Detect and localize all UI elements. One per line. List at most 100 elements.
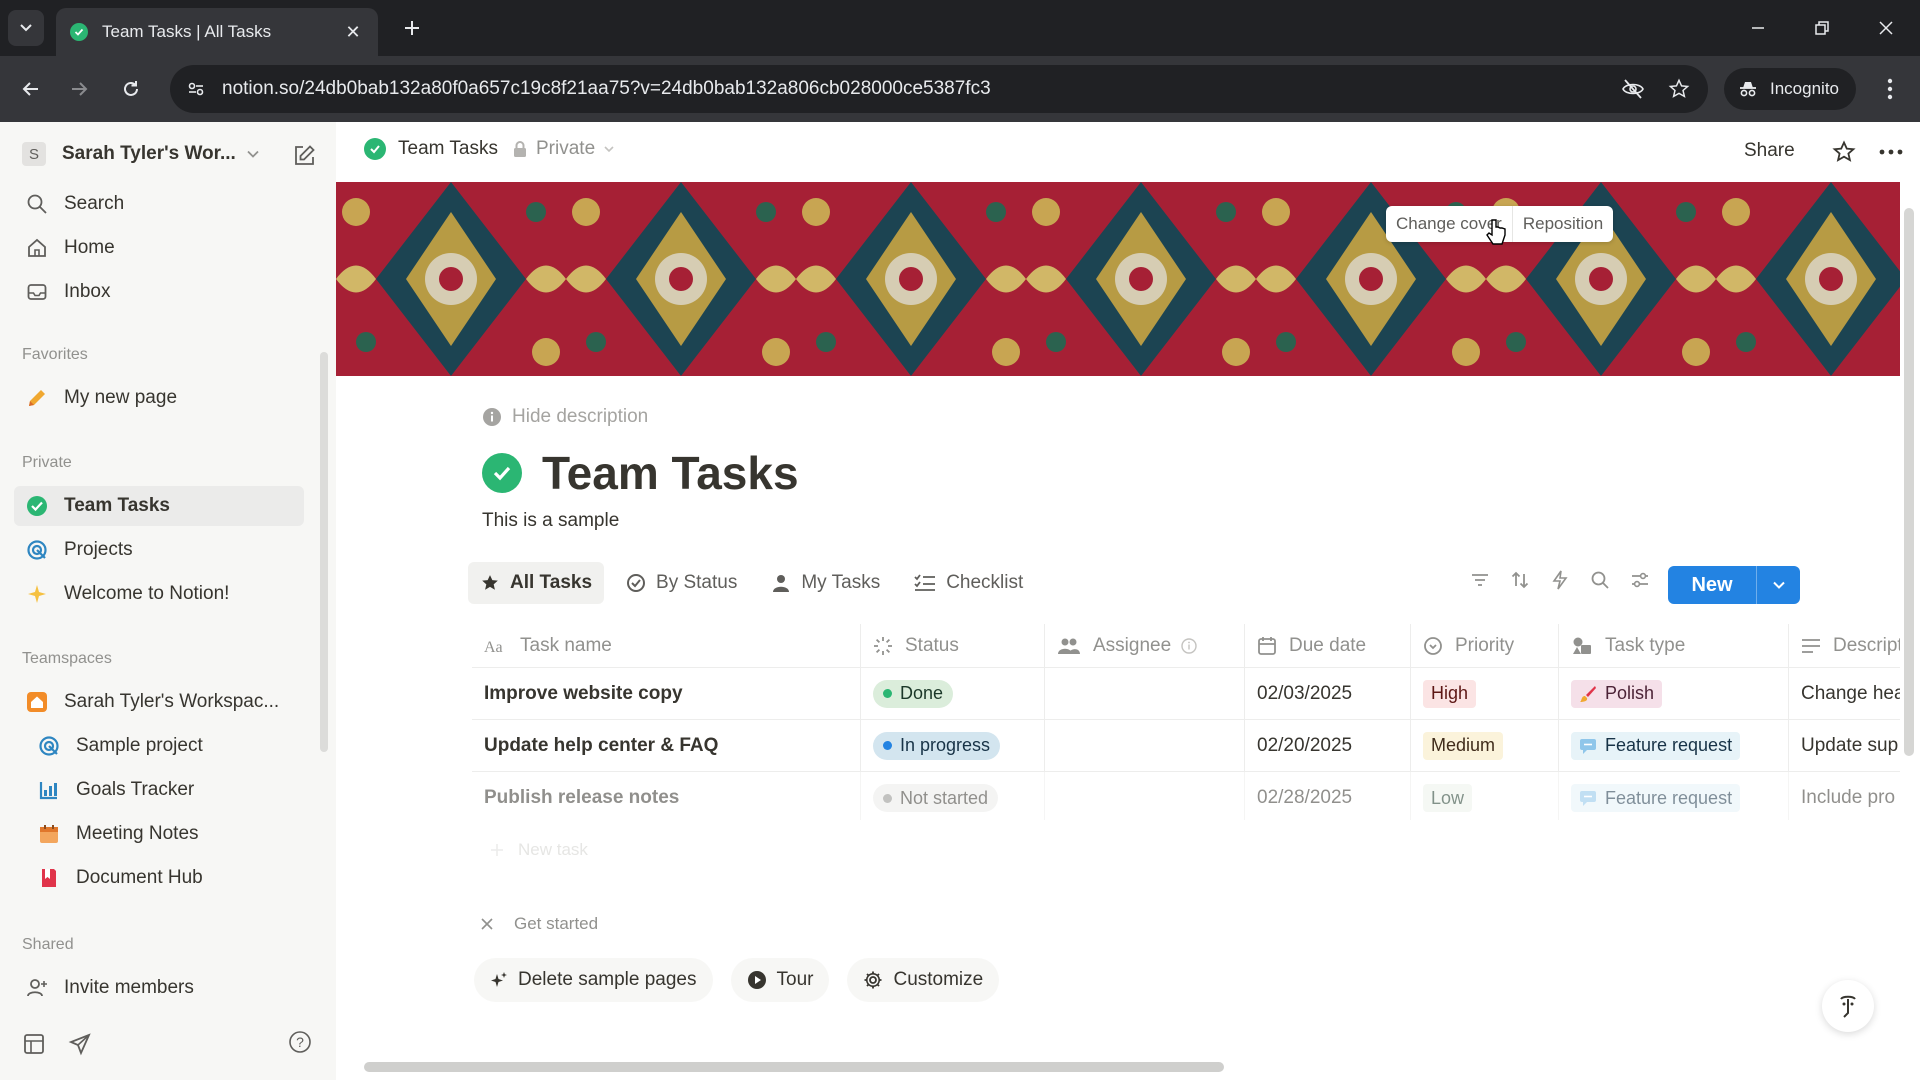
private-heading[interactable]: Private	[22, 454, 72, 472]
tab-checklist[interactable]: Checklist	[902, 562, 1035, 604]
automation-bolt-icon[interactable]	[1546, 566, 1574, 594]
search-icon[interactable]	[1586, 566, 1614, 594]
teamspaces-heading[interactable]: Teamspaces	[22, 650, 112, 668]
sidebar-item-team-tasks[interactable]: Team Tasks	[14, 486, 304, 526]
favorites-heading[interactable]: Favorites	[22, 346, 88, 364]
browser-menu-button[interactable]	[1874, 72, 1906, 106]
favorite-star-icon[interactable]	[1830, 138, 1858, 166]
status-cell[interactable]: In progress	[860, 720, 1044, 771]
tab-close-icon[interactable]: ✕	[342, 22, 364, 43]
tab-search-button[interactable]	[8, 10, 44, 46]
page-title-text[interactable]: Team Tasks	[542, 446, 799, 500]
sidebar-item-meeting-notes[interactable]: Meeting Notes	[14, 814, 304, 854]
new-page-button[interactable]	[290, 142, 318, 170]
browser-tab[interactable]: Team Tasks | All Tasks ✕	[56, 8, 378, 56]
priority-cell[interactable]: Low	[1410, 772, 1558, 820]
horizontal-scrollbar[interactable]	[364, 1062, 1224, 1072]
column-header-due-date[interactable]: Due date	[1244, 624, 1410, 667]
sidebar-item-inbox[interactable]: Inbox	[14, 272, 304, 312]
sidebar-item-goals-tracker[interactable]: Goals Tracker	[14, 770, 304, 810]
due-date-cell[interactable]: 02/03/2025	[1244, 668, 1410, 719]
url-text[interactable]: notion.so/24db0bab132a80f0a657c19c8f21aa…	[222, 78, 1616, 100]
table-row[interactable]: Publish release notes Not started 02/28/…	[472, 772, 1900, 820]
priority-cell[interactable]: High	[1410, 668, 1558, 719]
send-icon[interactable]	[68, 1032, 92, 1056]
column-header-description[interactable]: Description	[1788, 624, 1900, 667]
templates-icon[interactable]	[22, 1032, 46, 1056]
new-options-dropdown[interactable]	[1757, 578, 1800, 592]
forward-button[interactable]	[62, 72, 96, 106]
delete-sample-pages-button[interactable]: Delete sample pages	[474, 958, 713, 1002]
close-window-button[interactable]	[1856, 8, 1916, 48]
reload-button[interactable]	[114, 72, 148, 106]
privacy-selector[interactable]: Private	[512, 138, 615, 160]
reposition-button[interactable]: Reposition	[1511, 206, 1613, 242]
sidebar-teamspace[interactable]: Sarah Tyler's Workspac...	[14, 682, 304, 722]
due-date-cell[interactable]: 02/28/2025	[1244, 772, 1410, 820]
eye-off-icon[interactable]	[1616, 72, 1650, 106]
sidebar-item-sample-project[interactable]: Sample project	[14, 726, 304, 766]
incognito-badge[interactable]: Incognito	[1724, 68, 1856, 110]
priority-cell[interactable]: Medium	[1410, 720, 1558, 771]
column-header-task-type[interactable]: Task type	[1558, 624, 1788, 667]
site-settings-icon[interactable]	[182, 75, 210, 103]
tour-button[interactable]: Tour	[730, 958, 830, 1002]
workspace-switcher[interactable]: S Sarah Tyler's Wor...	[22, 138, 294, 170]
more-horizontal-icon[interactable]	[1876, 138, 1906, 166]
filter-icon[interactable]	[1466, 566, 1494, 594]
sidebar-scrollbar[interactable]	[320, 352, 328, 752]
task-type-cell[interactable]: Polish	[1558, 668, 1788, 719]
table-row[interactable]: Update help center & FAQ In progress 02/…	[472, 720, 1900, 772]
due-date-cell[interactable]: 02/20/2025	[1244, 720, 1410, 771]
description-cell[interactable]: Change hea	[1788, 668, 1900, 719]
sort-icon[interactable]	[1506, 566, 1534, 594]
description-cell[interactable]: Update sup	[1788, 720, 1900, 771]
notion-ai-button[interactable]	[1822, 980, 1874, 1032]
back-button[interactable]	[14, 72, 48, 106]
invite-members-button[interactable]: Invite members	[14, 968, 304, 1008]
status-cell[interactable]: Done	[860, 668, 1044, 719]
assignee-cell[interactable]	[1044, 772, 1244, 820]
new-task-button[interactable]: New	[1668, 566, 1800, 604]
restore-button[interactable]	[1792, 8, 1852, 48]
tab-all-tasks[interactable]: All Tasks	[468, 562, 605, 604]
new-task-row[interactable]: New task	[490, 840, 588, 860]
table-row[interactable]: Improve website copy Done 02/03/2025 Hig…	[472, 668, 1900, 720]
close-icon[interactable]	[480, 917, 494, 931]
task-name-cell[interactable]: Publish release notes	[484, 772, 854, 820]
assignee-cell[interactable]	[1044, 720, 1244, 771]
sidebar-item-document-hub[interactable]: Document Hub	[14, 858, 304, 898]
customize-button[interactable]: Customize	[847, 958, 1000, 1002]
vertical-scrollbar[interactable]	[1904, 208, 1914, 756]
minimize-button[interactable]	[1728, 8, 1788, 48]
sidebar-item-home[interactable]: Home	[14, 228, 304, 268]
shared-heading[interactable]: Shared	[22, 936, 74, 954]
column-header-status[interactable]: Status	[860, 624, 1044, 667]
page-description[interactable]: This is a sample	[482, 510, 619, 532]
share-button[interactable]: Share	[1744, 140, 1795, 162]
tab-by-status[interactable]: By Status	[614, 562, 749, 604]
sidebar-item-my-new-page[interactable]: My new page	[14, 378, 304, 418]
hide-description-button[interactable]: Hide description	[482, 406, 648, 428]
bookmark-star-icon[interactable]	[1662, 72, 1696, 106]
cover-image[interactable]	[336, 182, 1900, 376]
new-tab-button[interactable]	[396, 12, 428, 44]
sidebar-item-search[interactable]: Search	[14, 184, 304, 224]
sidebar-item-welcome[interactable]: Welcome to Notion!	[14, 574, 304, 614]
check-circle-icon[interactable]	[482, 453, 522, 493]
settings-sliders-icon[interactable]	[1626, 566, 1654, 594]
task-type-cell[interactable]: Feature request	[1558, 720, 1788, 771]
column-header-task-name[interactable]: Aa Task name	[484, 624, 794, 667]
description-cell[interactable]: Include pro	[1788, 772, 1900, 820]
tab-my-tasks[interactable]: My Tasks	[759, 562, 892, 604]
task-type-cell[interactable]: Feature request	[1558, 772, 1788, 820]
breadcrumb[interactable]: Team Tasks	[364, 138, 498, 160]
address-bar[interactable]: notion.so/24db0bab132a80f0a657c19c8f21aa…	[170, 65, 1708, 113]
status-cell[interactable]: Not started	[860, 772, 1044, 820]
task-name-cell[interactable]: Improve website copy	[484, 668, 854, 719]
page-title[interactable]: Team Tasks	[482, 446, 799, 500]
column-header-assignee[interactable]: Assignee	[1044, 624, 1244, 667]
assignee-cell[interactable]	[1044, 668, 1244, 719]
task-name-cell[interactable]: Update help center & FAQ	[484, 720, 854, 771]
sidebar-item-projects[interactable]: Projects	[14, 530, 304, 570]
